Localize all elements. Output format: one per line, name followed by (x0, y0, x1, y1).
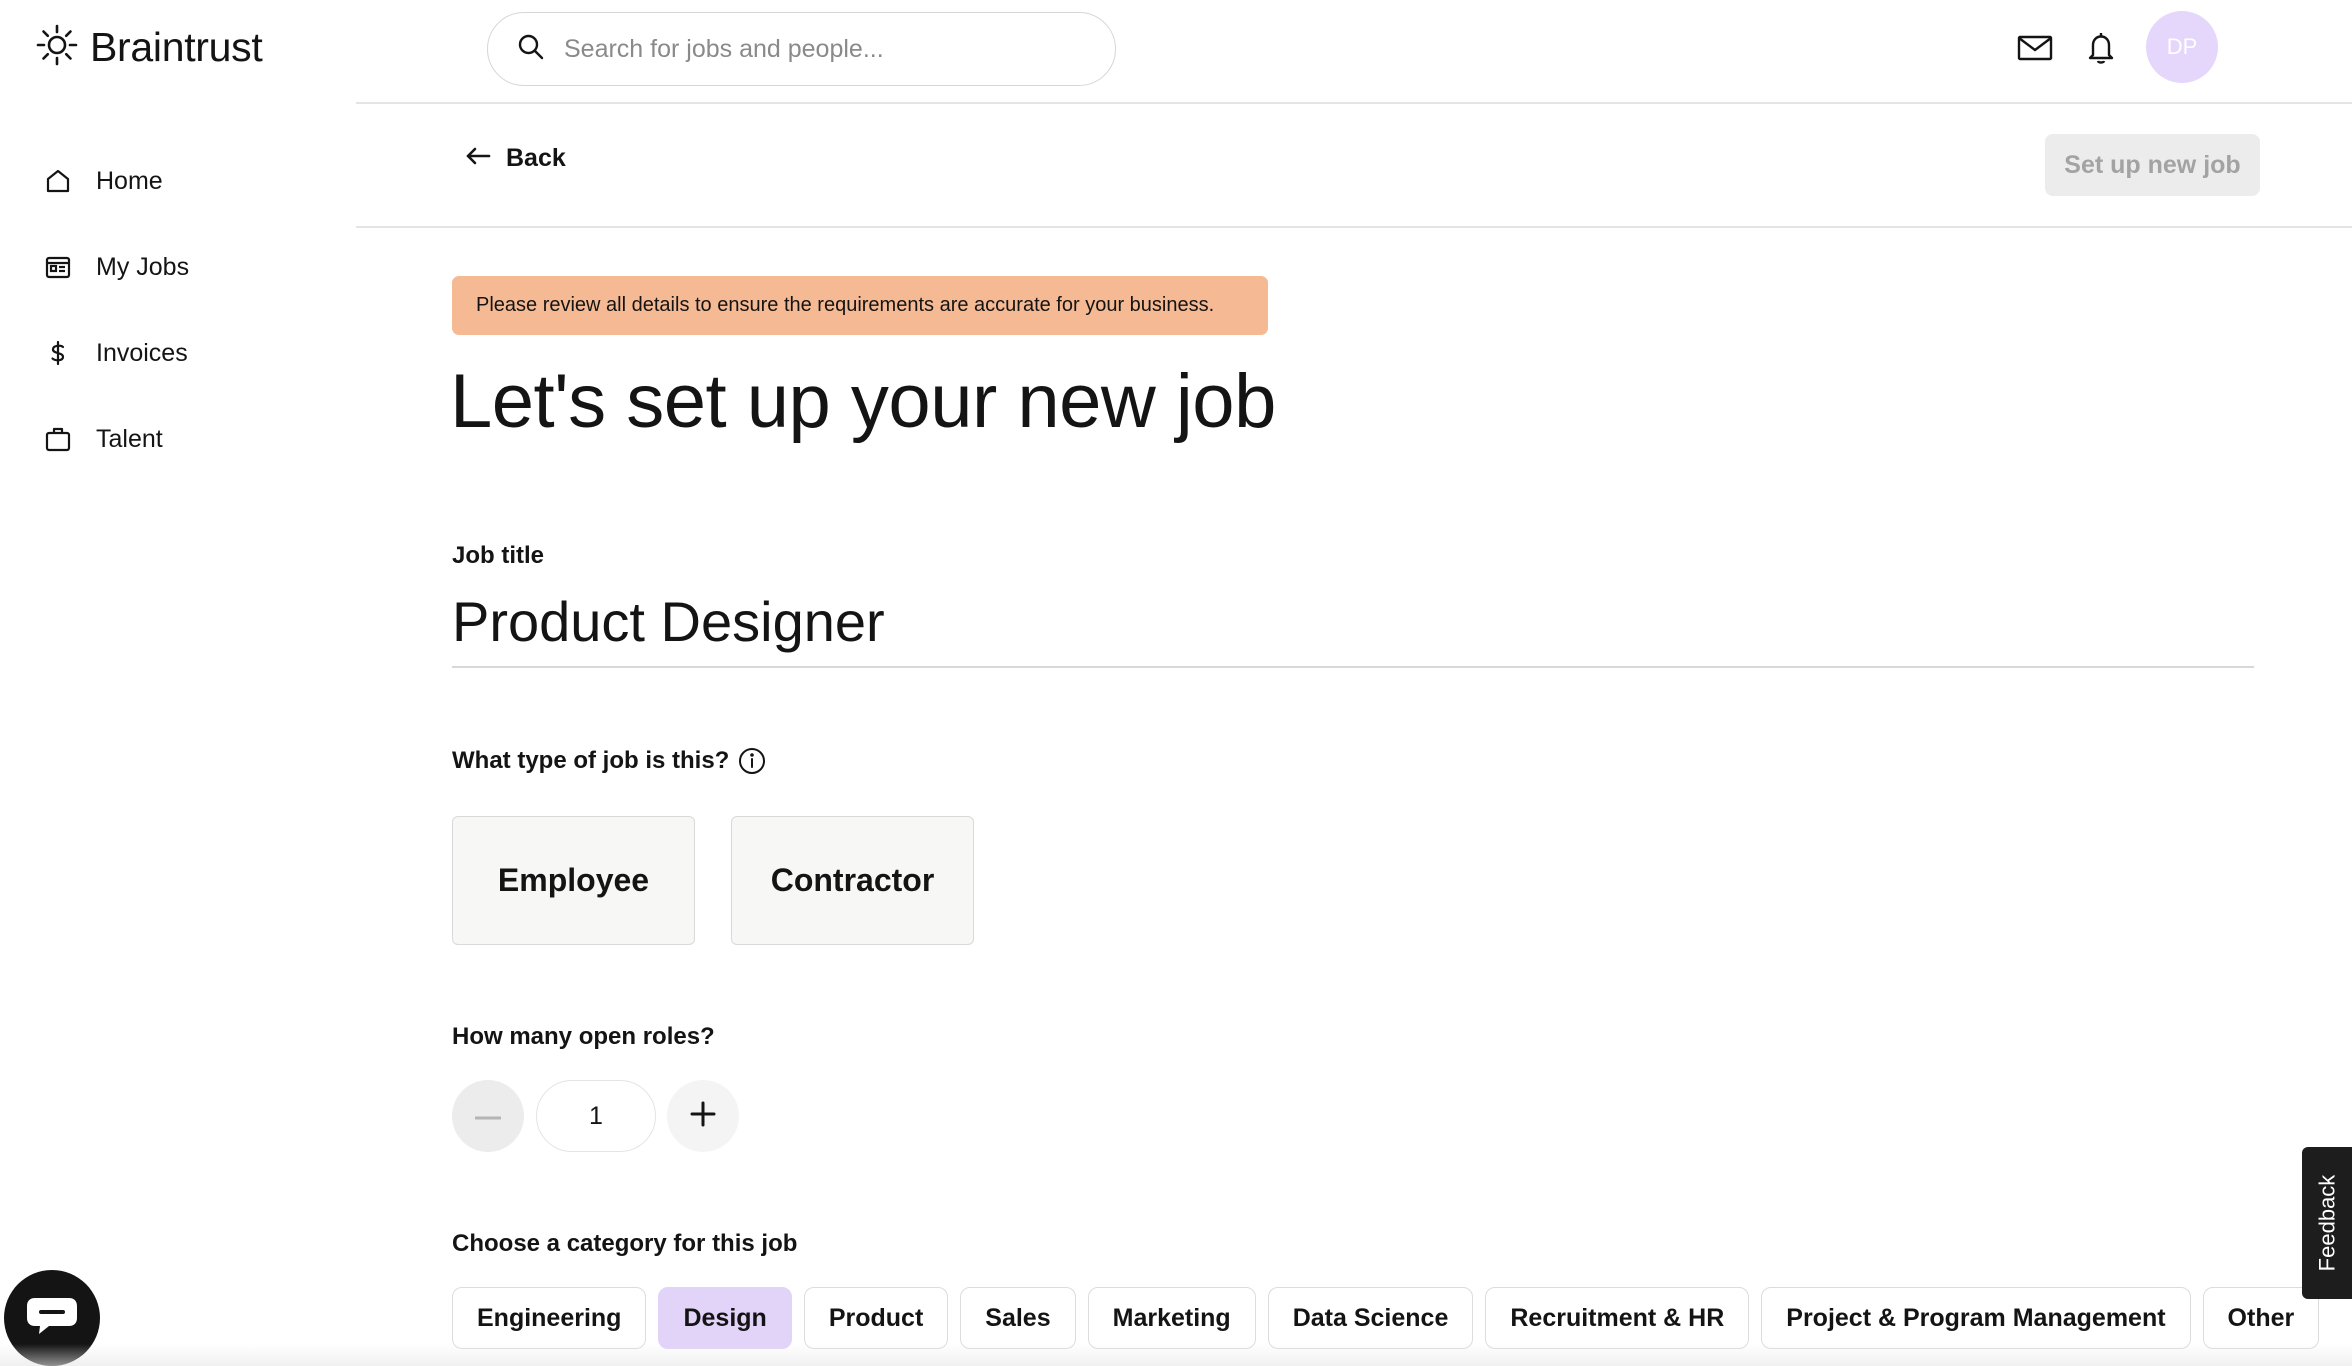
user-avatar[interactable]: DP (2146, 11, 2218, 83)
sidebar-item-invoices[interactable]: Invoices (42, 310, 189, 396)
jobs-icon (42, 251, 74, 283)
chat-bubble-icon (25, 1294, 79, 1343)
dollar-icon (42, 337, 74, 369)
minus-icon (475, 1107, 501, 1125)
braintrust-logo[interactable]: Braintrust (36, 24, 263, 71)
arrow-left-icon (464, 145, 492, 172)
open-roles-label: How many open roles? (452, 1023, 715, 1050)
category-sales[interactable]: Sales (960, 1287, 1076, 1349)
header-divider (356, 102, 2352, 104)
category-project-program-management[interactable]: Project & Program Management (1761, 1287, 2191, 1349)
briefcase-icon (42, 423, 74, 455)
category-data-science[interactable]: Data Science (1267, 1287, 1474, 1349)
actionbar-divider (356, 226, 2352, 228)
mail-icon[interactable] (2015, 28, 2055, 68)
increment-roles-button[interactable] (667, 1080, 739, 1152)
back-label: Back (506, 144, 566, 172)
back-button[interactable]: Back (464, 144, 566, 173)
job-type-contractor-option[interactable]: Contractor (731, 816, 974, 945)
search-icon (516, 32, 546, 67)
sidebar-item-home[interactable]: Home (42, 138, 189, 224)
sidebar-item-label: Invoices (96, 338, 188, 367)
category-other[interactable]: Other (2202, 1287, 2320, 1349)
review-warning-banner: Please review all details to ensure the … (452, 276, 1268, 335)
sidebar-item-label: Talent (96, 424, 163, 453)
search-bar[interactable] (487, 12, 1116, 86)
job-type-employee-option[interactable]: Employee (452, 816, 695, 945)
decrement-roles-button[interactable] (452, 1080, 524, 1152)
sidebar-item-my-jobs[interactable]: My Jobs (42, 224, 189, 310)
category-product[interactable]: Product (803, 1287, 949, 1349)
category-recruitment-hr[interactable]: Recruitment & HR (1485, 1287, 1750, 1349)
home-icon (42, 165, 74, 197)
sidebar-item-label: My Jobs (96, 252, 190, 281)
category-label: Choose a category for this job (452, 1230, 798, 1257)
sun-logo-icon (36, 24, 78, 71)
job-title-label: Job title (452, 542, 545, 569)
open-roles-input[interactable] (536, 1080, 656, 1152)
job-type-label: What type of job is this? (452, 747, 730, 774)
plus-icon (690, 1101, 716, 1132)
logo-text: Braintrust (90, 24, 263, 70)
feedback-tab[interactable]: Feedback (2302, 1147, 2352, 1299)
category-engineering[interactable]: Engineering (452, 1287, 647, 1349)
category-design[interactable]: Design (658, 1287, 792, 1349)
category-pills: Engineering Design Product Sales Marketi… (452, 1287, 2320, 1349)
feedback-label: Feedback (2314, 1174, 2339, 1272)
set-up-new-job-button[interactable]: Set up new job (2045, 134, 2260, 196)
category-marketing[interactable]: Marketing (1087, 1287, 1256, 1349)
page-title: Let's set up your new job (450, 359, 1276, 444)
job-title-input[interactable] (452, 576, 2254, 668)
sidebar-item-talent[interactable]: Talent (42, 396, 189, 482)
chat-launcher-button[interactable] (4, 1270, 100, 1366)
bell-icon[interactable] (2081, 28, 2121, 68)
search-input[interactable] (564, 34, 1084, 64)
sidebar-nav: Home My Jobs Invoices Talent (42, 138, 189, 482)
sidebar-item-label: Home (96, 166, 163, 195)
info-icon[interactable] (737, 746, 767, 776)
